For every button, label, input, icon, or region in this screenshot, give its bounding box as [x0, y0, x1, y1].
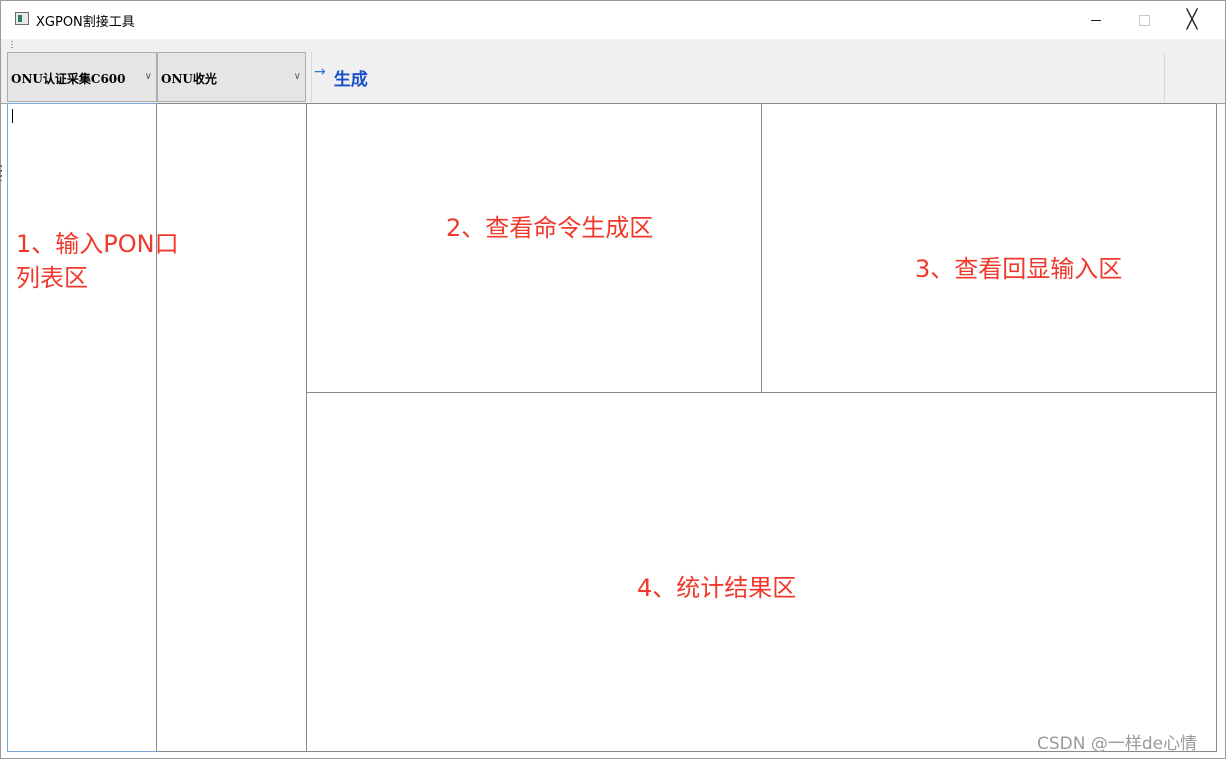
toolbar: ONU认证采集C600 ∨ ONU收光 ∨ → 生成: [1, 52, 1225, 104]
minimize-icon: [1091, 19, 1101, 21]
toolbar-grip-strip: [1, 39, 1225, 53]
toolbar-separator: [311, 52, 312, 102]
minimize-button[interactable]: [1073, 1, 1119, 39]
type-select-value: ONU收光: [161, 72, 217, 86]
command-output-textarea[interactable]: [306, 103, 762, 393]
chevron-down-icon: ∨: [144, 71, 152, 82]
onu-list-textarea[interactable]: [157, 103, 307, 752]
app-icon: [15, 12, 29, 25]
close-button[interactable]: ╳: [1169, 1, 1215, 39]
window-title: XGPON割接工具: [36, 15, 135, 30]
arrow-right-icon: →: [314, 64, 326, 80]
annotation-area-3: 3、查看回显输入区: [915, 255, 1123, 283]
watermark: CSDN @一样de心情: [1037, 734, 1198, 754]
text-caret: [12, 109, 13, 123]
grip-handle-icon[interactable]: [11, 41, 13, 49]
annotation-area-4: 4、统计结果区: [637, 574, 797, 602]
generate-label: 生成: [333, 69, 368, 90]
annotation-area-1: 1、输入PON口 列表区: [16, 227, 179, 295]
echo-input-textarea[interactable]: [761, 103, 1217, 393]
chevron-down-icon: ∨: [293, 71, 301, 82]
app-window: XGPON割接工具 ╳ ONU认证采集C600 ∨ ONU收光 ∨ → 生成 1…: [0, 0, 1226, 759]
pon-port-input-textarea[interactable]: [7, 103, 157, 752]
mode-select-value: ONU认证采集C600: [11, 72, 126, 86]
generate-button[interactable]: → 生成: [314, 64, 368, 90]
toolbar-separator: [1164, 52, 1165, 102]
mode-select-combo[interactable]: ONU认证采集C600 ∨: [7, 52, 157, 102]
annotation-area-1-line2: 列表区: [16, 264, 88, 292]
close-icon: ╳: [1186, 9, 1198, 30]
annotation-area-2: 2、查看命令生成区: [446, 214, 654, 242]
type-select-combo[interactable]: ONU收光 ∨: [157, 52, 306, 102]
title-bar[interactable]: XGPON割接工具 ╳: [1, 1, 1225, 39]
maximize-button[interactable]: [1121, 1, 1167, 39]
maximize-icon: [1138, 14, 1150, 26]
splitter-grip-icon[interactable]: [0, 165, 2, 181]
annotation-area-1-line1: 1、输入PON口: [16, 230, 179, 258]
